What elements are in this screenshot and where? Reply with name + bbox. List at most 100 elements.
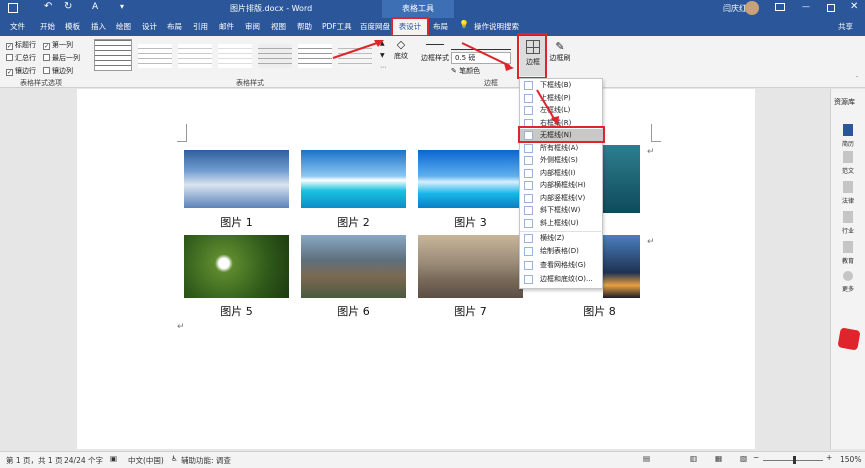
menu-item-inside-vertical[interactable]: 内部竖框线(V) [520,192,604,205]
page-count[interactable]: 第 1 页，共 1 页 [6,455,63,466]
save-icon[interactable] [8,3,18,13]
promo-badge-icon[interactable] [837,327,861,351]
user-name[interactable]: 闫庆红 [723,3,747,14]
document-page[interactable]: 图片 1 图片 2 图片 3 图片 5 图片 6 图片 7 图片 8 ↵ ↵ ↵ [77,89,755,449]
photo-sea[interactable] [301,150,406,208]
photo-night-partial[interactable] [603,235,640,298]
line-weight-dropdown[interactable]: 0.5 磅 [451,52,511,64]
proofing-icon[interactable]: ▣ [110,454,117,463]
web-layout-icon[interactable]: ▧ [740,454,747,463]
more-icon[interactable]: ▾ [120,2,124,11]
minimize-icon[interactable]: — [802,2,810,11]
pen-color-button[interactable]: ✎ 笔颜色 [451,66,480,76]
table-style-banded-3[interactable] [338,44,372,68]
read-mode-icon[interactable]: ▥ [690,454,697,463]
checkbox-banded-columns[interactable]: 镶边列 [43,66,73,76]
menu-item-view-gridlines[interactable]: 查看网格线(G) [520,259,604,272]
tab-table-layout[interactable]: 布局 [433,21,448,32]
focus-icon[interactable]: ▤ [643,454,650,463]
photo-bridge[interactable] [418,150,523,208]
border-styles-button[interactable]: 边框样式 [420,40,450,74]
table-style-gallery[interactable] [94,39,379,73]
language[interactable]: 中文(中国) [128,455,164,466]
industry-label[interactable]: 行业 [842,226,854,235]
zoom-slider-thumb[interactable] [793,456,796,464]
tab-references[interactable]: 引用 [193,21,208,32]
more-resources-icon[interactable] [843,271,853,281]
tab-baidu-netdisk[interactable]: 百度网盘 [360,21,390,32]
menu-item-all-borders[interactable]: 所有框线(A) [520,142,604,155]
tab-home[interactable]: 开始 [40,21,55,32]
zoom-level[interactable]: 150% [840,455,861,464]
zoom-in-button[interactable]: + [826,453,832,462]
template-doc-label[interactable]: 范文 [842,166,854,175]
menu-item-borders-and-shading[interactable]: 边框和底纹(O)... [520,273,604,286]
menu-item-top-border[interactable]: 上框线(P) [520,92,604,105]
more-resources-label[interactable]: 更多 [842,284,854,293]
menu-item-bottom-border[interactable]: 下框线(B) [520,79,604,92]
gallery-scroll-down-icon[interactable]: ▼ [380,52,385,59]
photo-teal-partial[interactable] [603,145,640,213]
table-style-light-2[interactable] [218,44,252,68]
tab-design[interactable]: 设计 [142,21,157,32]
table-style-banded-2[interactable] [298,44,332,68]
table-style-light[interactable] [178,44,212,68]
resume-icon[interactable] [843,124,853,136]
tab-view[interactable]: 视图 [271,21,286,32]
menu-item-left-border[interactable]: 左框线(L) [520,104,604,117]
shading-button[interactable]: ◇ 底纹 [390,38,412,74]
tab-help[interactable]: 帮助 [297,21,312,32]
gallery-more-icon[interactable]: ⋯ [380,64,386,71]
ribbon-display-icon[interactable] [775,3,785,11]
menu-item-outside-borders[interactable]: 外侧框线(S) [520,154,604,167]
tab-mailings[interactable]: 邮件 [219,21,234,32]
checkbox-banded-rows[interactable]: ✓ 镶边行 [6,66,36,76]
education-icon[interactable] [843,241,853,253]
menu-item-horizontal-line[interactable]: 横线(Z) [520,231,604,244]
education-label[interactable]: 教育 [842,256,854,265]
border-painter-button[interactable]: ✎ 边框刷 [548,40,572,74]
line-style-dropdown[interactable] [451,40,511,50]
redo-icon[interactable]: ↻ [64,1,72,12]
photo-mountains[interactable] [301,235,406,298]
checkbox-total-row[interactable]: 汇总行 [6,53,36,63]
share-button[interactable]: 共享 [838,21,853,32]
close-icon[interactable]: ✕ [850,1,858,12]
checkbox-header-row[interactable]: ✓ 标题行 [6,40,36,50]
menu-item-diagonal-down[interactable]: 斜下框线(W) [520,204,604,217]
avatar[interactable] [745,1,759,15]
photo-city[interactable] [418,235,523,298]
zoom-out-button[interactable]: − [753,453,759,462]
menu-item-draw-table[interactable]: 绘制表格(D) [520,245,604,258]
tab-templates[interactable]: 模板 [65,21,80,32]
menu-item-diagonal-up[interactable]: 斜上框线(U) [520,217,604,230]
word-count[interactable]: 24/24 个字 [64,455,103,466]
menu-item-inside-borders[interactable]: 内部框线(I) [520,167,604,180]
font-color-icon[interactable]: A [92,2,98,12]
tab-file[interactable]: 文件 [10,21,25,32]
print-layout-icon[interactable]: ▦ [715,454,722,463]
photo-dandelion[interactable] [184,235,289,298]
tab-pdf-tools[interactable]: PDF工具 [322,21,352,32]
gallery-scroll-up-icon[interactable]: ▲ [380,40,385,47]
maximize-icon[interactable] [827,4,835,12]
menu-item-inside-horizontal[interactable]: 内部横框线(H) [520,179,604,192]
tab-insert[interactable]: 插入 [91,21,106,32]
law-icon[interactable] [843,181,853,193]
template-doc-icon[interactable] [843,151,853,163]
checkbox-last-column[interactable]: 最后一列 [43,53,80,63]
accessibility-status[interactable]: 辅助功能: 调查 [181,455,231,466]
table-style-plain[interactable] [94,39,132,71]
law-label[interactable]: 法律 [842,196,854,205]
tab-review[interactable]: 审阅 [245,21,260,32]
undo-icon[interactable]: ↶ [44,1,52,12]
table-style-banded[interactable] [258,44,292,68]
resume-label[interactable]: 简历 [842,139,854,148]
checkbox-first-column[interactable]: ✓ 第一列 [43,40,73,50]
photo-clouds[interactable] [184,150,289,208]
industry-icon[interactable] [843,211,853,223]
table-style-grid[interactable] [138,44,172,68]
tab-draw[interactable]: 绘图 [116,21,131,32]
tell-me-search[interactable]: 操作说明搜索 [474,21,519,32]
tab-layout[interactable]: 布局 [167,21,182,32]
